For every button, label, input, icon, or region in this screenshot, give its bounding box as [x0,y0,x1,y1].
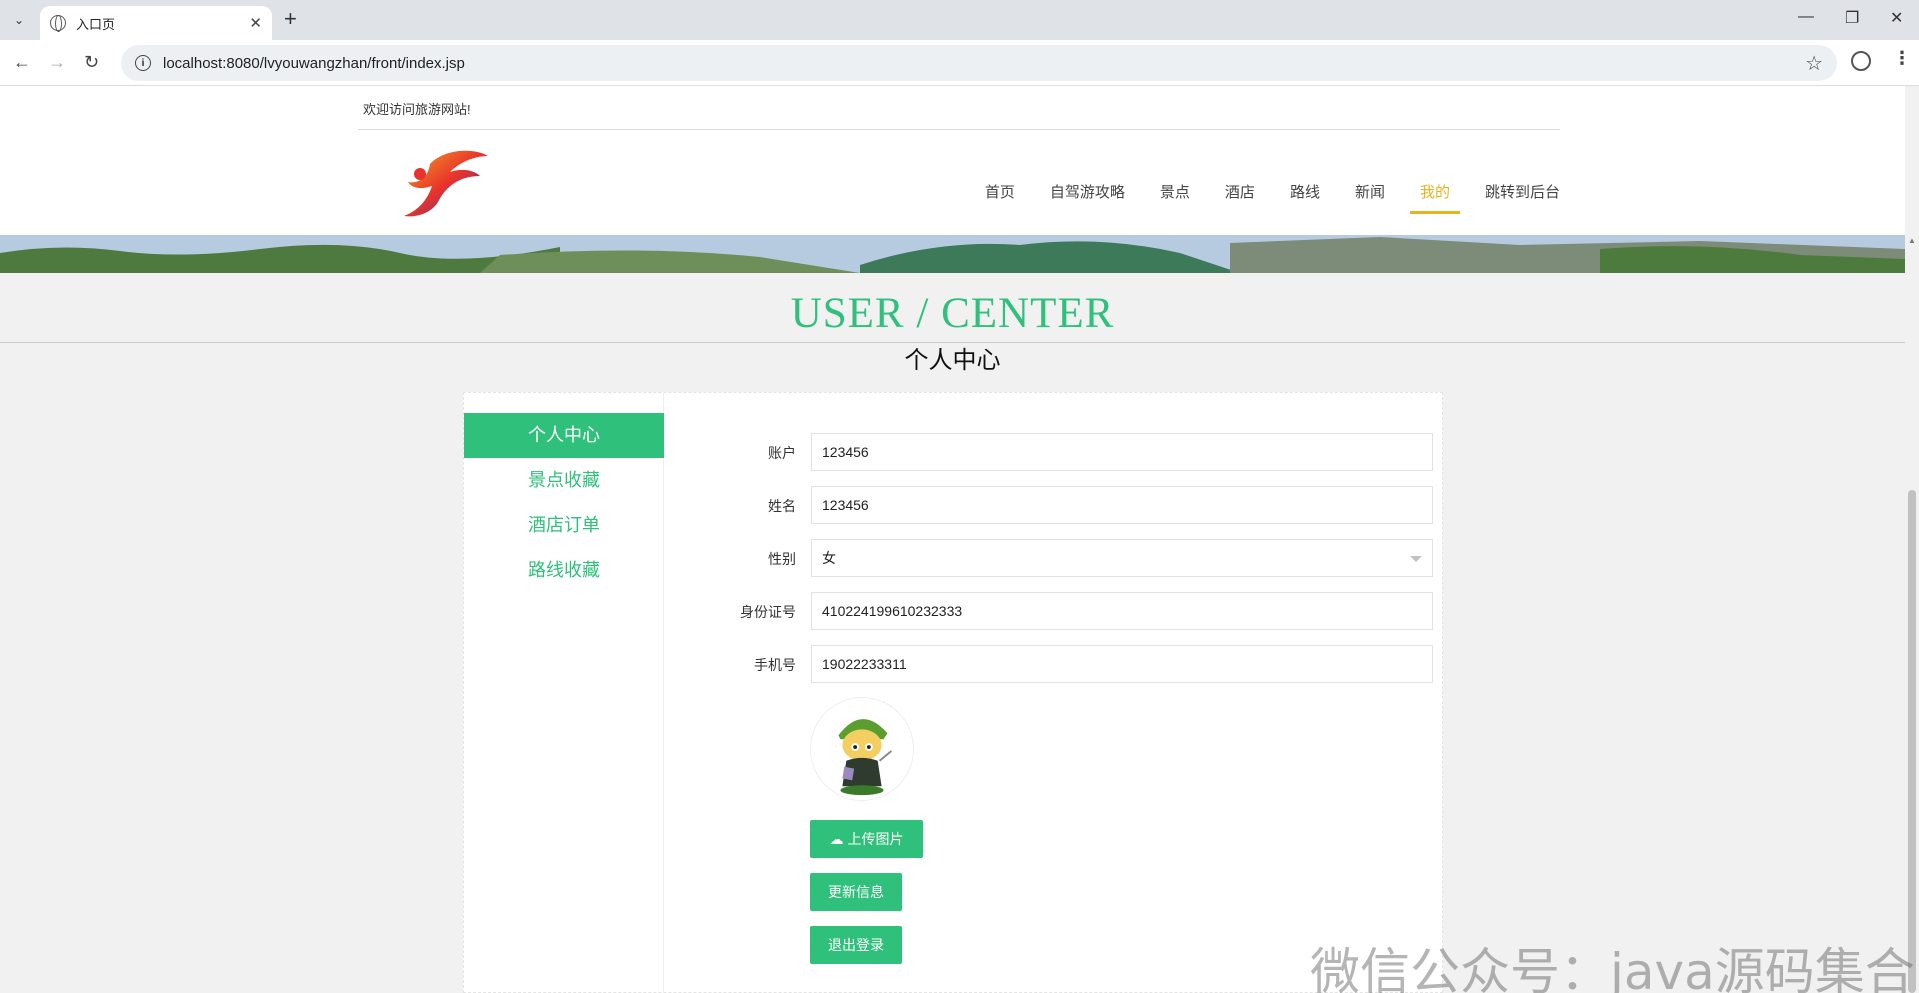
address-bar[interactable]: i localhost:8080/lvyouwangzhan/front/ind… [121,45,1837,81]
nav-news[interactable]: 新闻 [1355,181,1385,214]
page-title-zh: 个人中心 [904,347,1001,374]
profile-icon[interactable] [1851,51,1871,71]
name-row: 姓名 [704,486,1433,524]
update-info-button[interactable]: 更新信息 [810,873,902,911]
upload-image-button[interactable]: ☁ 上传图片 [810,820,923,858]
id-card-row: 身份证号 [704,592,1433,630]
welcome-text: 欢迎访问旅游网站! [363,102,471,117]
sidebar-item-hotel-orders[interactable]: 酒店订单 [464,503,664,548]
banner-image [0,235,1905,273]
page-viewport: 欢迎访问旅游网站! 首页 自驾游攻略 景点 酒店 路线 新闻 我的 跳转到后台 [0,86,1905,993]
scrollbar-thumb[interactable] [1908,490,1916,993]
back-icon[interactable]: ← [13,52,31,73]
browser-tab[interactable]: 入口页 ✕ [40,6,272,40]
nav-hotels[interactable]: 酒店 [1225,181,1255,214]
watermark: 微信公众号：java源码集合 [1310,943,1915,993]
sidebar-item-attraction-favorites[interactable]: 景点收藏 [464,458,664,503]
browser-toolbar: ← → ↻ i localhost:8080/lvyouwangzhan/fro… [0,40,1919,86]
site-info-icon[interactable]: i [135,55,151,71]
phone-input[interactable] [811,645,1433,683]
phone-row: 手机号 [704,645,1433,683]
gender-label: 性别 [768,551,796,567]
id-card-input[interactable] [811,592,1433,630]
account-input[interactable] [811,433,1433,471]
restore-icon[interactable]: ❐ [1845,8,1859,28]
title-area: USER / CENTER [0,273,1905,343]
new-tab-icon[interactable]: + [284,8,297,30]
close-tab-icon[interactable]: ✕ [249,14,262,32]
phone-label: 手机号 [754,657,796,673]
scroll-up-icon[interactable]: ▲ [1908,236,1916,245]
upload-button-label: 上传图片 [847,831,904,847]
nav-self-drive[interactable]: 自驾游攻略 [1050,181,1125,214]
reload-icon[interactable]: ↻ [84,52,99,73]
page-scrollbar[interactable]: ▲ [1905,86,1919,993]
main-nav: 首页 自驾游攻略 景点 酒店 路线 新闻 我的 跳转到后台 [950,181,1560,214]
browser-tab-bar: ⌄ 入口页 ✕ + — ❐ ✕ [0,0,1919,40]
globe-icon [50,15,66,32]
tab-search-icon[interactable]: ⌄ [8,9,30,31]
header-divider [358,129,1560,130]
chevron-down-icon [1410,556,1422,562]
account-label: 账户 [768,445,796,461]
name-input[interactable] [811,486,1433,524]
nav-mine[interactable]: 我的 [1409,181,1461,214]
tab-title: 入口页 [76,16,116,32]
sidebar: 个人中心 景点收藏 酒店订单 路线收藏 [464,393,664,993]
site-logo[interactable] [400,146,495,221]
forward-icon[interactable]: → [48,52,66,73]
avatar [810,697,914,801]
nav-routes[interactable]: 路线 [1290,181,1320,214]
nav-home[interactable]: 首页 [985,181,1015,214]
id-card-label: 身份证号 [740,604,796,620]
cloud-upload-icon: ☁ [829,830,844,847]
account-row: 账户 [704,433,1433,471]
logout-button[interactable]: 退出登录 [810,926,902,964]
page-title-en: USER / CENTER [790,290,1115,337]
gender-row: 性别 女 [704,539,1433,577]
nav-attractions[interactable]: 景点 [1160,181,1190,214]
name-label: 姓名 [768,498,796,514]
nav-admin[interactable]: 跳转到后台 [1485,181,1560,214]
minimize-icon[interactable]: — [1798,8,1814,26]
close-window-icon[interactable]: ✕ [1890,8,1903,28]
sidebar-item-user-center[interactable]: 个人中心 [464,413,664,458]
bookmark-star-icon[interactable]: ☆ [1805,51,1823,76]
sidebar-item-route-favorites[interactable]: 路线收藏 [464,548,664,593]
user-center-panel: 个人中心 景点收藏 酒店订单 路线收藏 账户 姓名 性别 女 身份证号 手机号 [463,392,1443,993]
gender-value: 女 [822,550,836,566]
site-header: 欢迎访问旅游网站! 首页 自驾游攻略 景点 酒店 路线 新闻 我的 跳转到后台 [0,86,1905,235]
url-text: localhost:8080/lvyouwangzhan/front/index… [163,54,465,72]
gender-select[interactable]: 女 [811,539,1433,577]
more-menu-icon[interactable]: ⋮ [1893,48,1911,69]
